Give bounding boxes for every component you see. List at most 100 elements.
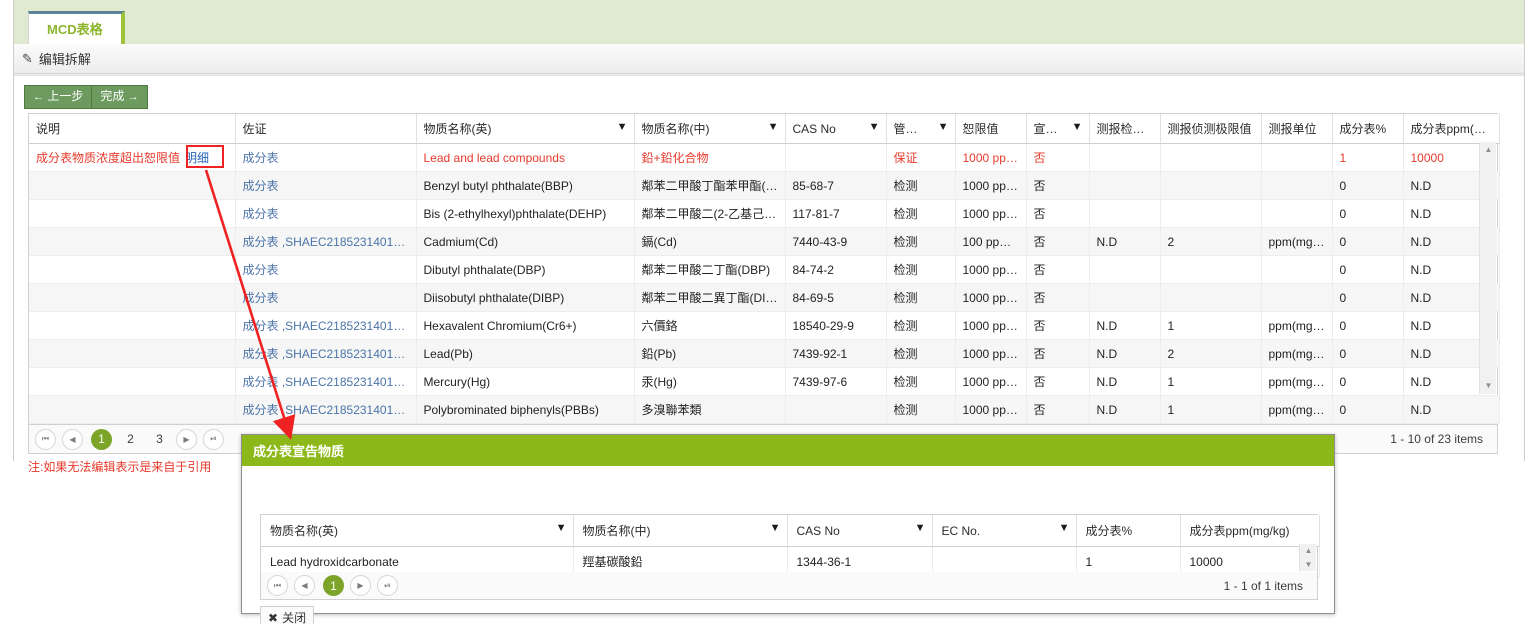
- pager-last-button[interactable]: ⏯: [203, 428, 224, 450]
- cell-test-unit: ppm(mg…: [1261, 339, 1333, 368]
- cell-limit: 1000 pp…: [955, 339, 1027, 368]
- filter-icon[interactable]: ▼: [1059, 522, 1070, 534]
- table-row[interactable]: 成分表 Bis (2-ethylhexyl)phthalate(DEHP) 鄰苯二甲…: [29, 199, 1500, 228]
- pager-page-3[interactable]: 3: [149, 429, 170, 450]
- col-test-result[interactable]: 测报检…: [1089, 114, 1161, 144]
- dialog-title-bar: 成分表宣告物质: [242, 435, 1334, 466]
- cell-evidence[interactable]: 成分表: [235, 255, 417, 284]
- table-row[interactable]: 成分表 ,SHAEC2185231401/… Polybrominated bip…: [29, 395, 1500, 424]
- col-name-zh[interactable]: 物质名称(中) ▼: [634, 114, 786, 144]
- grid-vertical-scrollbar[interactable]: ▲ ▼: [1479, 142, 1496, 394]
- main-panel: MCD表格 ✎ 编辑拆解 ← 上一步 完成 → 说明 佐证 物质名称(英) ▼ …: [13, 0, 1525, 474]
- cell-evidence[interactable]: 成分表 ,SHAEC2185231401/…: [235, 367, 417, 396]
- cell-control: 检测: [886, 283, 956, 312]
- col-test-detect-limit[interactable]: 测报侦测极限值: [1160, 114, 1262, 144]
- cell-evidence[interactable]: 成分表: [235, 143, 417, 172]
- table-row[interactable]: 成分表 Diisobutyl phthalate(DIBP) 鄰苯二甲酸二異丁酯(D…: [29, 283, 1500, 312]
- col-cas-no[interactable]: CAS No ▼: [785, 114, 887, 144]
- filter-icon[interactable]: ▼: [770, 522, 781, 534]
- cell-description: [29, 367, 236, 396]
- cell-percent: 0: [1332, 171, 1404, 200]
- cell-control: 检测: [886, 199, 956, 228]
- tab-mcd-table[interactable]: MCD表格: [28, 11, 125, 44]
- cell-evidence[interactable]: 成分表 ,SHAEC2185231401/…: [235, 339, 417, 368]
- table-row[interactable]: 成分表 Dibutyl phthalate(DBP) 鄰苯二甲酸二丁酯(DBP) 84…: [29, 255, 1500, 284]
- close-icon: ✖: [268, 610, 279, 624]
- col-evidence[interactable]: 佐证: [235, 114, 417, 144]
- cell-ppm: N.D: [1403, 395, 1500, 424]
- filter-icon[interactable]: ▼: [617, 121, 628, 133]
- cell-test-result: N.D: [1089, 395, 1161, 424]
- cell-declare: 否: [1026, 367, 1090, 396]
- cell-evidence[interactable]: 成分表 ,SHAEC2185231401/…: [235, 227, 417, 256]
- pager-page-1[interactable]: 1: [91, 428, 112, 450]
- filter-icon[interactable]: ▼: [556, 522, 567, 534]
- cell-percent: 0: [1332, 283, 1404, 312]
- cell-name-en: Bis (2-ethylhexyl)phthalate(DEHP): [416, 199, 635, 228]
- dlg-col-cas-no[interactable]: CAS No ▼: [787, 515, 933, 547]
- cell-cas: [785, 395, 887, 424]
- detail-link[interactable]: 明细: [185, 151, 209, 165]
- dialog-pager-next-button[interactable]: ▶: [350, 575, 371, 596]
- col-declare[interactable]: 宣… ▼: [1026, 114, 1090, 144]
- col-limit-value[interactable]: 恕限值: [955, 114, 1027, 144]
- filter-icon[interactable]: ▼: [1072, 121, 1083, 133]
- dialog-pager-last-button[interactable]: ⏯: [377, 575, 398, 596]
- scroll-down-icon[interactable]: ▼: [1300, 558, 1317, 571]
- cell-test-detect-limit: [1160, 171, 1262, 200]
- cell-evidence[interactable]: 成分表: [235, 283, 417, 312]
- cell-evidence[interactable]: 成分表 ,SHAEC2185231401/…: [235, 311, 417, 340]
- pager-prev-button[interactable]: ◀: [62, 428, 83, 450]
- declared-substances-dialog: 成分表宣告物质 物质名称(英) ▼ 物质名称(中) ▼ CAS No ▼ EC No.…: [241, 434, 1335, 624]
- dlg-col-name-zh[interactable]: 物质名称(中) ▼: [573, 515, 788, 547]
- dialog-pager-page-1[interactable]: 1: [323, 575, 344, 596]
- cell-control: 检测: [886, 395, 956, 424]
- table-row[interactable]: 成分表 ,SHAEC2185231401/… Cadmium(Cd) 鎘(Cd) 74…: [29, 227, 1500, 256]
- table-row[interactable]: 成分表 Benzyl butyl phthalate(BBP) 鄰苯二甲酸丁酯苯甲酯…: [29, 171, 1500, 200]
- dialog-close-button[interactable]: ✖ 关闭: [260, 606, 315, 624]
- cell-name-zh: 鄰苯二甲酸二(2-乙基己…: [634, 199, 786, 228]
- table-row[interactable]: 成分表物质浓度超出恕限值 明细 成分表 Lead and lead compounds…: [29, 143, 1500, 172]
- table-row[interactable]: 成分表 ,SHAEC2185231401/… Lead(Pb) 鉛(Pb) 7439-…: [29, 339, 1500, 368]
- table-row[interactable]: 成分表 ,SHAEC2185231401/… Mercury(Hg) 汞(Hg) 74…: [29, 367, 1500, 396]
- cell-evidence[interactable]: 成分表: [235, 199, 417, 228]
- cell-evidence[interactable]: 成分表: [235, 171, 417, 200]
- filter-icon[interactable]: ▼: [869, 121, 880, 133]
- col-ppm[interactable]: 成分表ppm(…: [1403, 114, 1500, 144]
- toolbar-title: 编辑拆解: [38, 52, 91, 67]
- scroll-up-icon[interactable]: ▲: [1300, 544, 1317, 557]
- col-control[interactable]: 管… ▼: [886, 114, 956, 144]
- cell-evidence[interactable]: 成分表 ,SHAEC2185231401/…: [235, 395, 417, 424]
- col-name-en[interactable]: 物质名称(英) ▼: [416, 114, 635, 144]
- dlg-col-ec-no[interactable]: EC No. ▼: [932, 515, 1077, 547]
- col-percent[interactable]: 成分表%: [1332, 114, 1404, 144]
- cell-description: [29, 283, 236, 312]
- finish-button[interactable]: 完成 →: [91, 85, 148, 109]
- col-description[interactable]: 说明: [29, 114, 236, 144]
- dlg-col-name-en[interactable]: 物质名称(英) ▼: [261, 515, 574, 547]
- cell-control: 检测: [886, 227, 956, 256]
- cell-limit: 1000 pp…: [955, 367, 1027, 396]
- scroll-up-icon[interactable]: ▲: [1480, 142, 1497, 158]
- col-test-unit[interactable]: 测报单位: [1261, 114, 1333, 144]
- pager-first-button[interactable]: ⏮: [35, 428, 56, 450]
- dialog-vertical-scrollbar[interactable]: ▲ ▼: [1299, 544, 1316, 571]
- pager-page-2[interactable]: 2: [120, 429, 141, 450]
- cell-name-en: Cadmium(Cd): [416, 227, 635, 256]
- cell-name-en: Dibutyl phthalate(DBP): [416, 255, 635, 284]
- previous-step-button[interactable]: ← 上一步: [24, 85, 92, 109]
- cell-name-zh: 鄰苯二甲酸二丁酯(DBP): [634, 255, 786, 284]
- dlg-col-percent[interactable]: 成分表%: [1076, 515, 1181, 547]
- cell-percent: 0: [1332, 367, 1404, 396]
- filter-icon[interactable]: ▼: [915, 522, 926, 534]
- cell-name-zh: 多溴聯苯類: [634, 395, 786, 424]
- scroll-down-icon[interactable]: ▼: [1480, 378, 1497, 394]
- pager-next-button[interactable]: ▶: [176, 428, 197, 450]
- table-row[interactable]: 成分表 ,SHAEC2185231401/… Hexavalent Chromiu…: [29, 311, 1500, 340]
- cell-test-unit: ppm(mg…: [1261, 227, 1333, 256]
- dlg-col-ppm[interactable]: 成分表ppm(mg/kg): [1180, 515, 1320, 547]
- filter-icon[interactable]: ▼: [768, 121, 779, 133]
- dialog-pager-first-button[interactable]: ⏮: [267, 575, 288, 596]
- dialog-pager-prev-button[interactable]: ◀: [294, 575, 315, 596]
- filter-icon[interactable]: ▼: [938, 121, 949, 133]
